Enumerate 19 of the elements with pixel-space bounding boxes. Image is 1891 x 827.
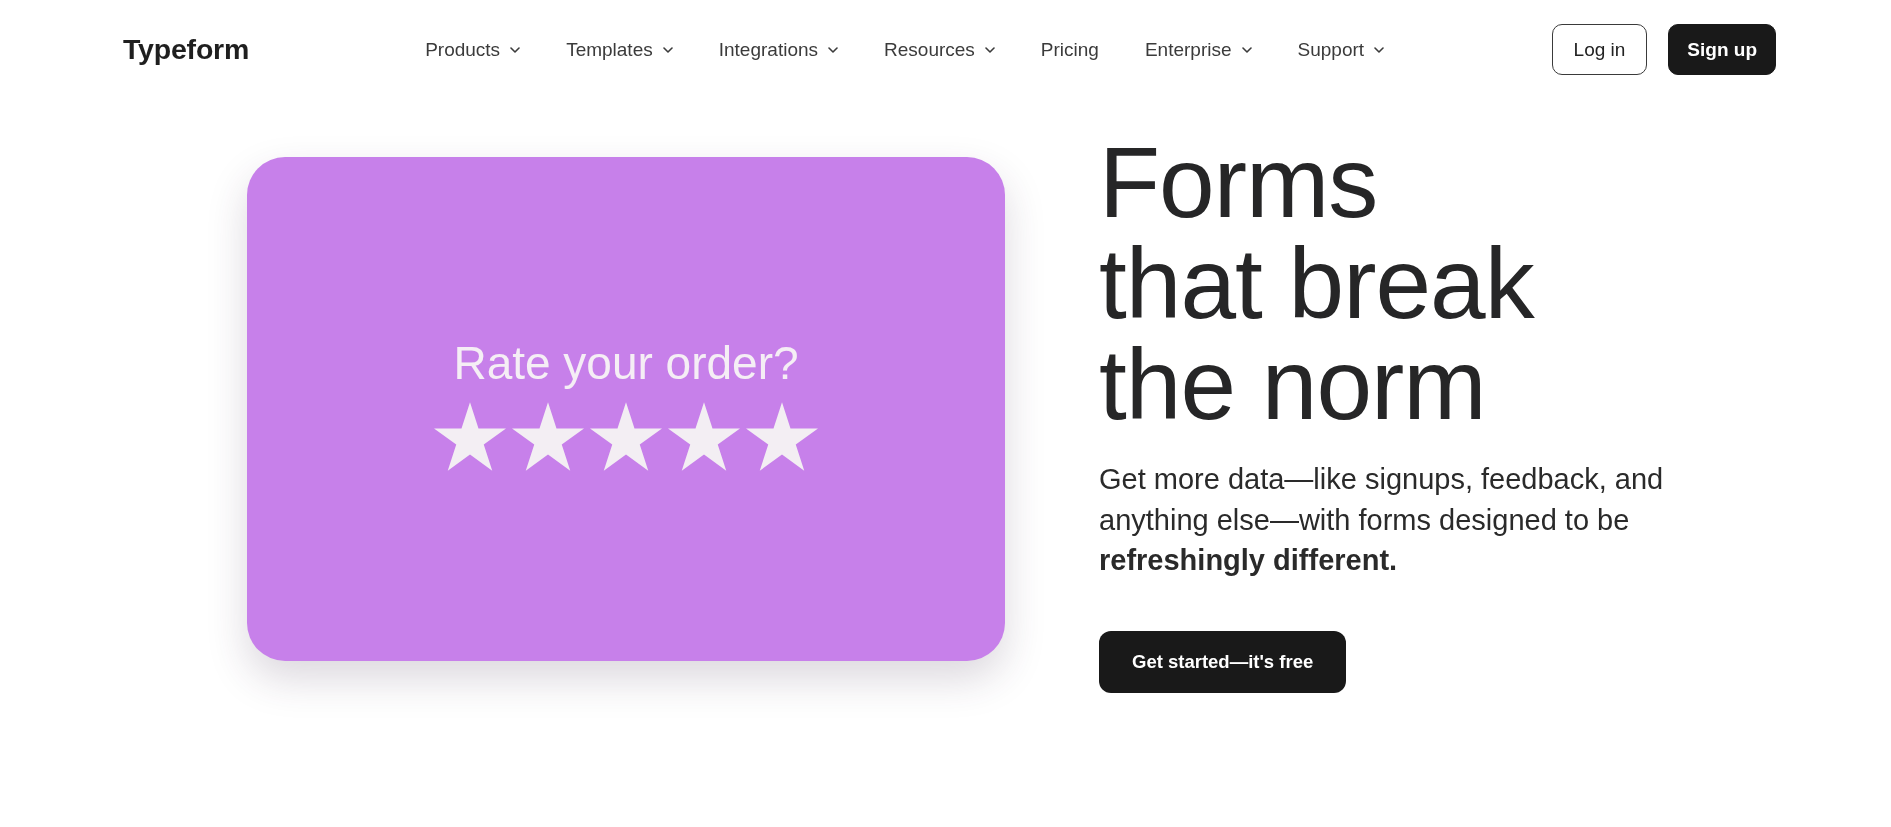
filled-star-icon: [512, 401, 584, 471]
nav-link[interactable]: Pricing: [1040, 38, 1099, 61]
hero-heading: Forms that break the norm: [1099, 132, 1534, 435]
nav-menu-link[interactable]: Templates: [566, 38, 673, 61]
nav-menu-link[interactable]: Integrations: [718, 38, 839, 61]
filled-star-icon: [668, 401, 740, 471]
nav-menu-link[interactable]: Support: [1297, 38, 1385, 61]
nav-menu-link[interactable]: Enterprise: [1144, 38, 1252, 61]
nav-menu-link[interactable]: Resources: [884, 38, 995, 61]
nav-menu-link[interactable]: Products: [425, 38, 521, 61]
hero-description: Get more data—like signups, feedback, and anything else—with forms designed to be refreshingly different.: [1099, 462, 1665, 578]
logo[interactable]: Typeform: [123, 33, 250, 66]
filled-star-icon: [590, 401, 662, 471]
filled-star-icon: [746, 401, 818, 471]
log-in-button[interactable]: Log in: [1551, 24, 1648, 75]
sign-up-button[interactable]: Sign up: [1668, 24, 1776, 75]
filled-star-icon: [434, 401, 506, 471]
rating-question: Rate your order?: [453, 337, 799, 390]
get-started-button[interactable]: Get started—it's free: [1099, 630, 1347, 693]
